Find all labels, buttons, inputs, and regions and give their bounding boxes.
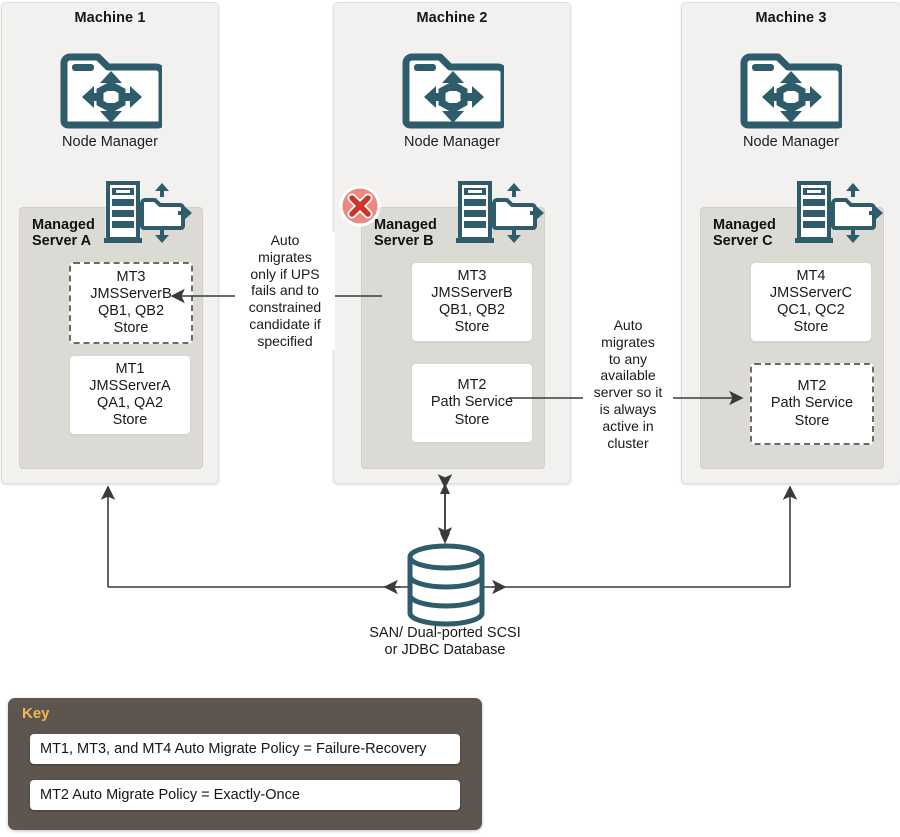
machine-panel-1: Machine 1 Node Manager Managed Server A xyxy=(1,2,219,484)
key-row-exactly-once: MT2 Auto Migrate Policy = Exactly-Once xyxy=(30,780,460,810)
node-manager-label: Node Manager xyxy=(62,134,158,150)
annotation-mt3-migration: Auto migrates only if UPS fails and to c… xyxy=(235,232,335,350)
folder-migration-icon xyxy=(60,47,166,134)
machine-panel-2: Machine 2 Node Manager Managed Server B xyxy=(333,2,571,484)
target-box-mt2: MT2 Path Service Store xyxy=(750,363,874,445)
server-rack-folder-icon xyxy=(789,179,887,250)
error-x-circle-icon xyxy=(339,185,381,232)
target-box-mt3: MT3 JMSServerB QB1, QB2 Store xyxy=(69,262,193,344)
node-manager-label: Node Manager xyxy=(404,134,500,150)
machine-title: Machine 1 xyxy=(74,10,146,26)
server-rack-folder-icon xyxy=(98,179,196,250)
diagram-canvas: Machine 1 Node Manager Managed Server A xyxy=(0,0,900,837)
key-row-failure-recovery: MT1, MT3, and MT4 Auto Migrate Policy = … xyxy=(30,734,460,764)
database-cylinder-icon xyxy=(404,543,488,632)
key-legend: Key MT1, MT3, and MT4 Auto Migrate Polic… xyxy=(8,698,482,830)
folder-migration-icon xyxy=(740,47,846,134)
machine-title: Machine 3 xyxy=(755,10,827,26)
node-manager-label: Node Manager xyxy=(743,134,839,150)
annotation-mt2-migration: Auto migrates to any available server so… xyxy=(583,317,673,452)
machine-title: Machine 2 xyxy=(416,10,488,26)
target-box-mt4: MT4 JMSServerC QC1, QC2 Store xyxy=(750,262,872,342)
target-box-mt2: MT2 Path Service Store xyxy=(411,363,533,443)
machine-panel-3: Machine 3 Node Manager Managed Server C xyxy=(681,2,900,484)
storage-label: SAN/ Dual-ported SCSI or JDBC Database xyxy=(369,625,521,659)
folder-migration-icon xyxy=(402,47,508,134)
target-box-mt1: MT1 JMSServerA QA1, QA2 Store xyxy=(69,355,191,435)
server-rack-folder-icon xyxy=(450,179,548,250)
key-title: Key xyxy=(22,705,50,722)
target-box-mt3: MT3 JMSServerB QB1, QB2 Store xyxy=(411,262,533,342)
